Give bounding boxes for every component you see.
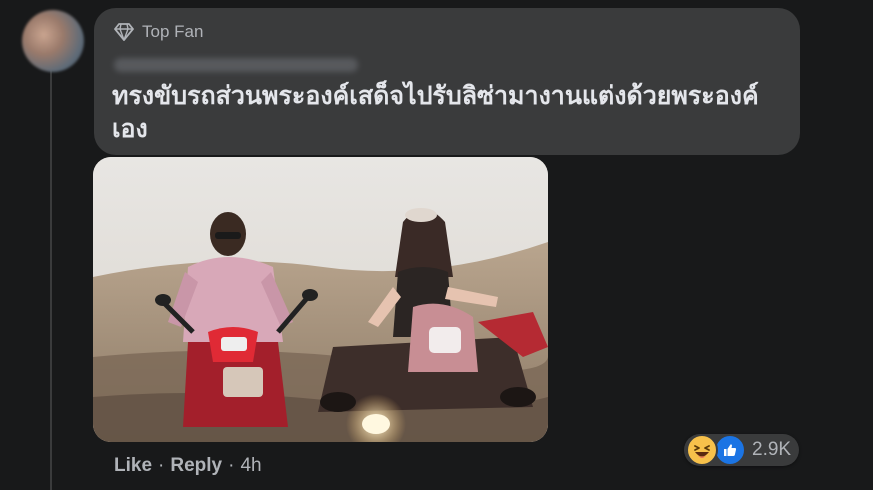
reaction-summary[interactable]: 2.9K [684,434,800,466]
comment-actions: Like · Reply · 4h [114,455,262,477]
timestamp[interactable]: 4h [240,455,261,477]
author-name-blurred[interactable] [114,58,358,72]
reaction-count: 2.9K [752,439,792,460]
diamond-icon [114,23,134,41]
badge-label: Top Fan [142,22,204,41]
separator-dot: · [158,455,165,476]
comment-text: ทรงขับรถส่วนพระองค์เสด็จไปรับลิซ่ามางานแ… [112,82,759,143]
haha-icon [686,434,718,466]
top-fan-badge[interactable]: Top Fan [114,22,203,42]
like-link[interactable]: Like [114,455,152,477]
separator-dot: · [228,455,235,476]
avatar[interactable] [22,10,84,72]
thread-line [50,70,52,490]
comment-bubble: Top Fan ทรงขับรถส่วนพระองค์เสด็จไปรับลิซ… [94,8,800,155]
comment-photo[interactable] [93,157,548,442]
reply-link[interactable]: Reply [170,455,222,477]
like-icon [714,434,746,466]
